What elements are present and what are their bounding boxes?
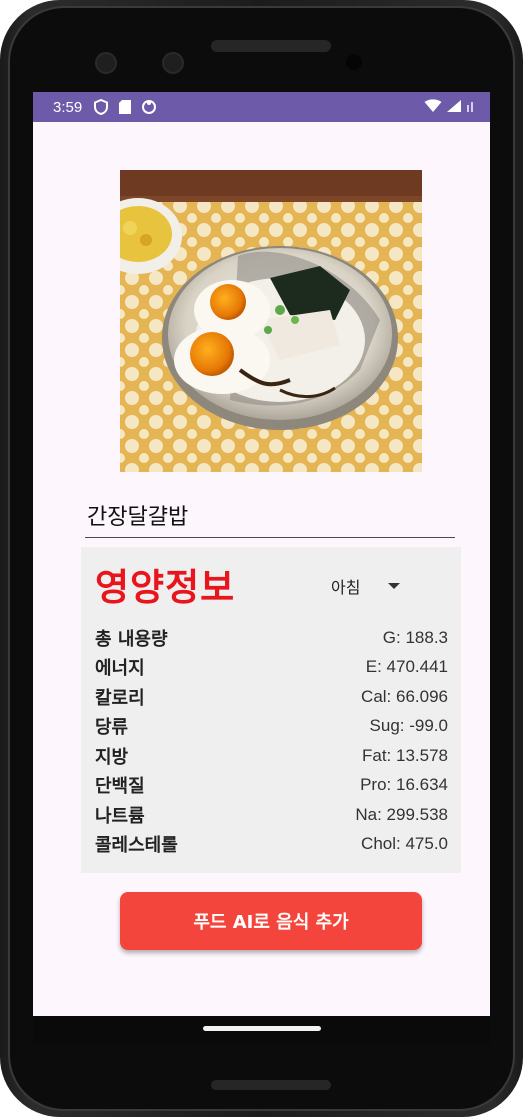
status-right-icons [424, 99, 476, 117]
nutrition-label: 칼로리 [95, 687, 145, 709]
food-name-text: 간장달걀밥 [87, 505, 189, 530]
nutrition-label: 나트륨 [95, 805, 145, 827]
proximity-sensor [346, 54, 362, 70]
nutrition-label: 에너지 [95, 658, 145, 680]
app-screen: 3:59 간장달걀밥 영양정보 아침 총 내용량 G: 188.3 에너지 E:… [33, 92, 490, 1044]
sd-card-icon [116, 98, 134, 116]
nutrition-label: 지방 [95, 746, 129, 768]
phone-frame: 3:59 간장달걀밥 영양정보 아침 총 내용량 G: 188.3 에너지 E:… [0, 0, 523, 1117]
nutrition-value: Pro: 16.634 [360, 775, 448, 795]
nutrition-value: Fat: 13.578 [361, 745, 448, 765]
sync-icon [140, 98, 158, 116]
nutrition-list: 총 내용량 G: 188.3 에너지 E: 470.441 칼로리 Cal: 6… [95, 623, 448, 859]
nutrition-row-sodium: 나트륨 Na: 299.538 [95, 800, 448, 830]
nutrition-row-sugar: 당류 Sug: -99.0 [95, 712, 448, 742]
add-food-ai-button[interactable]: 푸드 AI로 음식 추가 [120, 892, 422, 950]
nutrition-value: E: 470.441 [365, 657, 448, 677]
nutrition-value: Chol: 475.0 [361, 834, 448, 854]
nutrition-label: 총 내용량 [95, 628, 168, 650]
nutrition-label: 당류 [95, 717, 129, 739]
nutrition-value: Sug: -99.0 [369, 716, 448, 736]
food-photo [120, 170, 422, 472]
nutrition-row-fat: 지방 Fat: 13.578 [95, 741, 448, 771]
food-name-field[interactable]: 간장달걀밥 [85, 490, 455, 538]
nutrition-row-cholesterol: 콜레스테롤 Chol: 475.0 [95, 830, 448, 860]
front-camera [95, 52, 117, 74]
nutrition-label: 단백질 [95, 776, 145, 798]
nutrition-row-energy: 에너지 E: 470.441 [95, 653, 448, 683]
chevron-down-icon [388, 583, 401, 589]
nutrition-value: Na: 299.538 [355, 804, 448, 824]
top-speaker [211, 40, 331, 52]
nutrition-row-protein: 단백질 Pro: 16.634 [95, 771, 448, 801]
navigation-bar [33, 1016, 490, 1044]
nutrition-row-total: 총 내용량 G: 188.3 [95, 623, 448, 653]
status-bar: 3:59 [33, 92, 490, 122]
nutrition-value: G: 188.3 [382, 627, 448, 647]
nutrition-card: 영양정보 아침 총 내용량 G: 188.3 에너지 E: 470.441 칼로… [81, 547, 461, 873]
meal-dropdown[interactable]: 아침 [331, 573, 401, 599]
wifi-icon [424, 99, 442, 117]
signal-icon [446, 99, 462, 117]
nutrition-value: Cal: 66.096 [361, 686, 448, 706]
nutrition-title: 영양정보 [95, 566, 236, 609]
nutrition-label: 콜레스테롤 [95, 835, 178, 857]
meal-dropdown-value: 아침 [331, 578, 361, 597]
nutrition-row-calories: 칼로리 Cal: 66.096 [95, 682, 448, 712]
home-gesture-handle[interactable] [203, 1026, 321, 1031]
bottom-speaker [211, 1080, 331, 1090]
shield-icon [92, 98, 110, 116]
front-sensor [162, 52, 184, 74]
status-time: 3:59 [53, 98, 83, 116]
signal-bars-icon [466, 99, 476, 117]
